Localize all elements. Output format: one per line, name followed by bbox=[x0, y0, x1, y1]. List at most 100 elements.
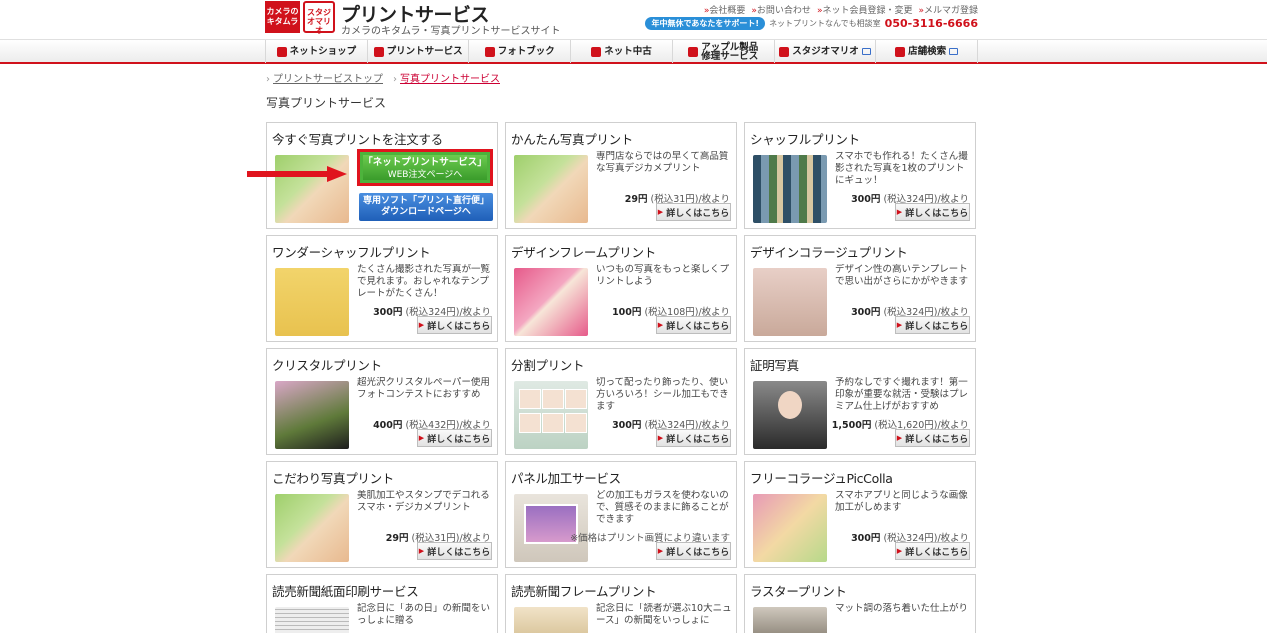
top-links: »会社概要 »お問い合わせ »ネット会員登録・変更 »メルマガ登録 bbox=[704, 3, 978, 16]
net-print-order-button[interactable]: 「ネットプリントサービス」 WEB注文ページへ bbox=[357, 149, 493, 186]
card-title: ラスタープリント bbox=[750, 584, 847, 599]
play-icon: ▶ bbox=[418, 434, 425, 442]
studio-mario-logo[interactable]: スタジオマリオ bbox=[303, 1, 335, 35]
card-wonder-shuffle: ワンダーシャッフルプリント たくさん撮影された写真が一覧で見れます。おしゃれなテ… bbox=[266, 235, 498, 342]
main-nav: ネットショップ プリントサービス フォトブック ネット中古 アップル製品 修理サ… bbox=[0, 39, 1267, 64]
chevron-right-icon: › bbox=[393, 74, 397, 85]
support-row: 年中無休であなたをサポート! ネットプリントなんでも相談室 050-3116-6… bbox=[645, 17, 978, 30]
detail-button[interactable]: ▶ 詳しくはこちら bbox=[895, 316, 970, 334]
play-icon: ▶ bbox=[418, 321, 425, 329]
card-title: デザインコラージュプリント bbox=[750, 245, 908, 260]
card-id-photo: 証明写真 予約なしですぐ撮れます！第一印象が重要な就活・受験はプレミアム仕上げが… bbox=[744, 348, 976, 455]
card-title: クリスタルプリント bbox=[272, 358, 382, 373]
card-image bbox=[753, 155, 827, 223]
card-design-collage: デザインコラージュプリント デザイン性の高いテンプレートで思い出がさらにかがやき… bbox=[744, 235, 976, 342]
card-image bbox=[514, 381, 588, 449]
red-arrow-icon bbox=[247, 166, 347, 182]
play-icon: ▶ bbox=[896, 547, 903, 555]
card-shuffle-print: シャッフルプリント スマホでも作れる！たくさん撮影された写真を1枚のプリントにギ… bbox=[744, 122, 976, 229]
card-title: ワンダーシャッフルプリント bbox=[272, 245, 431, 260]
card-split-print: 分割プリント 切って配ったり飾ったり、使い方いろいろ！シール加工もできます 30… bbox=[505, 348, 737, 455]
detail-button[interactable]: ▶ 詳しくはこちら bbox=[895, 429, 970, 447]
support-phone[interactable]: 050-3116-6666 bbox=[885, 17, 978, 30]
detail-button[interactable]: ▶ 詳しくはこちら bbox=[417, 316, 492, 334]
card-title: かんたん写真プリント bbox=[511, 132, 634, 147]
detail-button[interactable]: ▶ 詳しくはこちら bbox=[895, 203, 970, 221]
nav-store-search[interactable]: 店舗検索 bbox=[875, 40, 979, 63]
card-image bbox=[753, 268, 827, 336]
top-link-contact[interactable]: »お問い合わせ bbox=[751, 3, 811, 16]
card-image bbox=[514, 155, 588, 223]
card-title: こだわり写真プリント bbox=[272, 471, 395, 486]
card-image bbox=[514, 494, 588, 562]
card-title: シャッフルプリント bbox=[750, 132, 860, 147]
nav-photobook[interactable]: フォトブック bbox=[468, 40, 570, 63]
nav-netshop[interactable]: ネットショップ bbox=[265, 40, 367, 63]
camera-icon bbox=[591, 46, 602, 57]
page-title: 写真プリントサービス bbox=[266, 96, 387, 110]
nav-net-used[interactable]: ネット中古 bbox=[570, 40, 672, 63]
nav-studio-mario[interactable]: スタジオマリオ bbox=[773, 40, 876, 63]
top-link-mailmag[interactable]: »メルマガ登録 bbox=[918, 3, 978, 16]
card-image bbox=[514, 268, 588, 336]
detail-button[interactable]: ▶ 詳しくはこちら bbox=[417, 542, 492, 560]
external-window-icon bbox=[861, 48, 871, 55]
play-icon: ▶ bbox=[657, 434, 664, 442]
top-link-company[interactable]: »会社概要 bbox=[704, 3, 746, 16]
card-description: 記念日に「読者が選ぶ10大ニュース」の新聞をいっしょに bbox=[596, 603, 732, 626]
site-header: カメラのキタムラ スタジオマリオ プリントサービス カメラのキタムラ・写真プリン… bbox=[0, 0, 1267, 40]
tools-icon bbox=[688, 46, 699, 57]
detail-button[interactable]: ▶ 詳しくはこちら bbox=[417, 429, 492, 447]
card-kodawari-print: こだわり写真プリント 美肌加工やスタンプでデコれるスマホ・デジカメプリント 29… bbox=[266, 461, 498, 568]
play-icon: ▶ bbox=[657, 321, 664, 329]
card-piccolla: フリーコラージュPicColla スマホアプリと同じような画像加工がしめます 3… bbox=[744, 461, 976, 568]
detail-button[interactable]: ▶ 詳しくはこちら bbox=[656, 429, 731, 447]
detail-button[interactable]: ▶ 詳しくはこちら bbox=[656, 203, 731, 221]
card-image bbox=[275, 268, 349, 336]
play-icon: ▶ bbox=[896, 208, 903, 216]
card-title: デザインフレームプリント bbox=[511, 245, 656, 260]
card-image bbox=[753, 381, 827, 449]
chevron-right-icon: › bbox=[266, 74, 270, 85]
breadcrumb-print-top[interactable]: プリントサービストップ bbox=[273, 74, 383, 85]
card-easy-print: かんたん写真プリント 専門店ならではの早くて高品質な写真デジカメプリント 29円… bbox=[505, 122, 737, 229]
play-icon: ▶ bbox=[657, 547, 664, 555]
card-image bbox=[275, 381, 349, 449]
card-title: 読売新聞紙面印刷サービス bbox=[272, 584, 419, 599]
card-title: 分割プリント bbox=[511, 358, 585, 373]
kitamura-logo-text: カメラのキタムラ bbox=[266, 7, 299, 26]
support-badge: 年中無休であなたをサポート! bbox=[645, 17, 766, 30]
support-text[interactable]: ネットプリントなんでも相談室 bbox=[769, 18, 881, 29]
card-crystal-print: クリスタルプリント 超光沢クリスタルペーパー使用 フォトコンテストにおすすめ 4… bbox=[266, 348, 498, 455]
top-link-member[interactable]: »ネット会員登録・変更 bbox=[817, 3, 913, 16]
card-title: 証明写真 bbox=[750, 358, 799, 373]
studio-icon bbox=[779, 46, 790, 57]
card-title: フリーコラージュPicColla bbox=[750, 471, 893, 486]
play-icon: ▶ bbox=[896, 434, 903, 442]
play-icon: ▶ bbox=[896, 321, 903, 329]
detail-button[interactable]: ▶ 詳しくはこちら bbox=[656, 542, 731, 560]
detail-button[interactable]: ▶ 詳しくはこちら bbox=[656, 316, 731, 334]
play-icon: ▶ bbox=[657, 208, 664, 216]
photobook-icon bbox=[484, 46, 495, 57]
nav-print-service[interactable]: プリントサービス bbox=[366, 40, 469, 63]
print-direct-download-button[interactable]: 専用ソフト「プリント直行便」 ダウンロードページへ bbox=[359, 193, 493, 221]
card-yomiuri-newspaper: 読売新聞紙面印刷サービス 記念日に「あの日」の新聞をいっしょに贈る bbox=[266, 574, 498, 633]
breadcrumb: › プリントサービストップ › 写真プリントサービス bbox=[266, 70, 500, 85]
card-description: マット調の落ち着いた仕上がり bbox=[835, 603, 969, 614]
kitamura-logo[interactable]: カメラのキタムラ bbox=[265, 1, 300, 33]
card-description: 記念日に「あの日」の新聞をいっしょに贈る bbox=[357, 603, 491, 626]
house-icon bbox=[895, 46, 906, 57]
card-title: パネル加工サービス bbox=[511, 471, 621, 486]
nav-apple-repair[interactable]: アップル製品 修理サービス bbox=[671, 40, 774, 63]
detail-button[interactable]: ▶ 詳しくはこちら bbox=[895, 542, 970, 560]
print-icon bbox=[373, 46, 384, 57]
external-window-icon bbox=[949, 48, 959, 55]
card-image bbox=[753, 494, 827, 562]
card-design-frame: デザインフレームプリント いつもの写真をもっと楽しくプリントしよう 100円 (… bbox=[505, 235, 737, 342]
card-image bbox=[753, 607, 827, 633]
studio-logo-text: スタジオマリオ bbox=[307, 8, 331, 35]
card-panel-service: パネル加工サービス どの加工もガラスを使わないので、質感そのままに飾ることができ… bbox=[505, 461, 737, 568]
breadcrumb-photo-print[interactable]: 写真プリントサービス bbox=[400, 74, 500, 85]
card-title: 今すぐ写真プリントを注文する bbox=[272, 132, 443, 147]
